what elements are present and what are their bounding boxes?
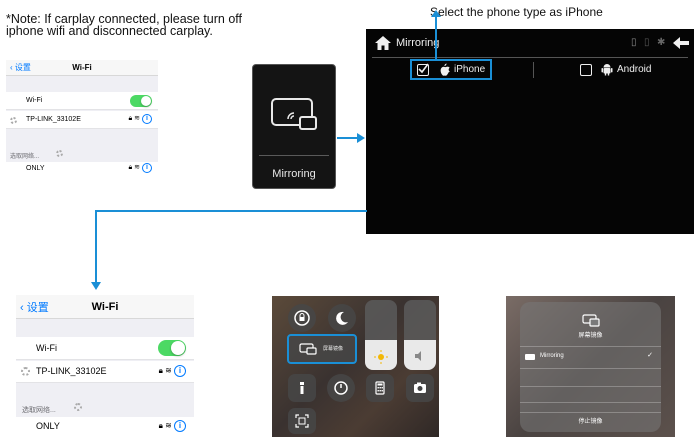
network-status-icons: 🔒︎ ≋ i: [159, 365, 186, 377]
loading-spinner-icon: [10, 117, 17, 124]
connector-line: [95, 210, 367, 212]
volume-slider[interactable]: [404, 300, 436, 370]
bluetooth-icon: ✱: [657, 37, 666, 48]
info-icon[interactable]: i: [142, 114, 152, 124]
screen-mirroring-button[interactable]: 屏幕镜像: [287, 334, 357, 364]
car-mirroring-screen: Mirroring ▯ ▯ ✱ iPhone Android: [366, 29, 694, 234]
iphone-checkbox[interactable]: [417, 63, 429, 76]
nav-bar: ‹ 设置 Wi-Fi: [16, 295, 194, 319]
brightness-slider[interactable]: [365, 300, 397, 370]
wifi-settings-large: ‹ 设置 Wi-Fi Wi-Fi TP-LINK_33102E 🔒︎ ≋ i 选…: [16, 295, 194, 437]
nav-bar: ‹ 设置 Wi-Fi: [6, 60, 158, 76]
apple-icon: [440, 63, 450, 76]
wifi-toggle[interactable]: [158, 340, 186, 356]
wifi-settings-small: ‹ 设置 Wi-Fi Wi-Fi TP-LINK_33102E 🔒︎ ≋ i 选…: [6, 60, 158, 180]
choose-network-header: 选取网络...: [22, 407, 56, 414]
picker-title: 屏幕镜像: [578, 333, 603, 339]
timer-icon: [334, 381, 348, 395]
connector-line: [337, 137, 357, 139]
qr-scanner-button[interactable]: [288, 408, 316, 434]
arrow-up-icon: [431, 10, 441, 17]
arrow-right-icon: [357, 133, 365, 143]
camera-icon: [414, 382, 426, 393]
divider: [520, 386, 661, 387]
screen-mirroring-label: 屏幕镜像: [323, 346, 344, 352]
network-status-icons: 🔒︎ ≋ i: [159, 420, 186, 432]
wifi-toggle[interactable]: [130, 95, 152, 107]
info-icon[interactable]: i: [174, 420, 186, 432]
network-name: TP-LINK_33102E: [36, 366, 107, 376]
phone-type-instruction: Select the phone type as iPhone: [430, 5, 603, 19]
sun-icon: [374, 350, 388, 364]
device-row[interactable]: Mirroring ✓: [520, 348, 661, 366]
network-status-icons: 🔒︎ ≋ i: [129, 114, 152, 124]
camera-button[interactable]: [406, 374, 434, 402]
wifi-label: Wi-Fi: [26, 97, 43, 104]
network-status-icons: 🔒︎ ≋ i: [129, 163, 152, 173]
control-center: 屏幕镜像: [272, 296, 439, 437]
phone-icon: ▯: [644, 37, 650, 48]
speaker-icon: [415, 351, 421, 361]
network-name: TP-LINK_33102E: [26, 116, 81, 123]
mirroring-app-tile[interactable]: Mirroring: [252, 64, 336, 189]
rotation-lock-button[interactable]: [288, 304, 316, 332]
carplay-note: *Note: If carplay connected, please turn…: [6, 12, 243, 38]
connector-line: [435, 14, 437, 59]
network-row[interactable]: TP-LINK_33102E 🔒︎ ≋ i: [16, 361, 194, 383]
options-divider: [533, 62, 534, 78]
stop-mirroring-button[interactable]: 停止镜像: [520, 416, 661, 425]
moon-icon: [336, 311, 348, 325]
android-option-label: Android: [617, 64, 652, 75]
choose-network-header: 选取网络...: [10, 154, 40, 160]
timer-button[interactable]: [327, 374, 355, 402]
loading-spinner-icon: [21, 367, 30, 376]
wifi-toggle-row: Wi-Fi: [6, 92, 158, 110]
divider: [520, 346, 661, 347]
loading-spinner-icon: [56, 150, 63, 157]
arrow-down-icon: [91, 282, 101, 290]
screen-mirroring-icon: [271, 98, 317, 130]
mouse-icon: ▯: [631, 37, 637, 48]
title-divider: [372, 57, 688, 58]
other-network-name: ONLY: [26, 165, 45, 172]
checkmark-icon: [418, 63, 429, 74]
divider: [520, 402, 661, 403]
checkmark-icon: ✓: [647, 352, 653, 359]
page-title: Wi-Fi: [72, 63, 92, 72]
mirroring-device-picker: 屏幕镜像 Mirroring ✓ 停止镜像: [506, 296, 675, 437]
wifi-label: Wi-Fi: [36, 343, 57, 353]
wifi-toggle-row: Wi-Fi: [16, 337, 194, 360]
page-title: Wi-Fi: [91, 301, 119, 313]
other-network-row[interactable]: ONLY 🔒︎ ≋ i: [6, 162, 158, 180]
flashlight-button[interactable]: [288, 374, 316, 402]
apple-tv-icon: [525, 354, 535, 360]
screen-mirroring-icon: [299, 343, 317, 355]
screen-title: Mirroring: [396, 37, 440, 49]
connector-line: [95, 210, 97, 282]
device-name: Mirroring: [540, 353, 564, 359]
flashlight-icon: [300, 382, 304, 394]
iphone-option-label: iPhone: [454, 64, 486, 75]
rotation-lock-icon: [294, 310, 310, 326]
tile-label: Mirroring: [272, 168, 316, 180]
network-row[interactable]: TP-LINK_33102E 🔒︎ ≋ i: [6, 111, 158, 129]
home-icon[interactable]: [374, 35, 392, 51]
other-network-row[interactable]: ONLY 🔒︎ ≋ i: [16, 417, 194, 437]
screen-mirroring-icon: [582, 314, 600, 327]
info-icon[interactable]: i: [142, 163, 152, 173]
calculator-button[interactable]: [366, 374, 394, 402]
info-icon[interactable]: i: [174, 365, 186, 377]
do-not-disturb-button[interactable]: [328, 304, 356, 332]
picker-panel: 屏幕镜像 Mirroring ✓ 停止镜像: [520, 302, 661, 432]
back-arrow-icon[interactable]: [672, 36, 690, 50]
divider: [520, 368, 661, 369]
loading-spinner-icon: [74, 403, 82, 411]
divider: [520, 412, 661, 413]
calculator-icon: [375, 381, 385, 395]
other-network-name: ONLY: [36, 421, 60, 431]
tile-divider: [259, 155, 329, 156]
android-checkbox[interactable]: [580, 64, 592, 76]
qr-code-icon: [295, 414, 309, 428]
android-icon: [601, 64, 613, 76]
